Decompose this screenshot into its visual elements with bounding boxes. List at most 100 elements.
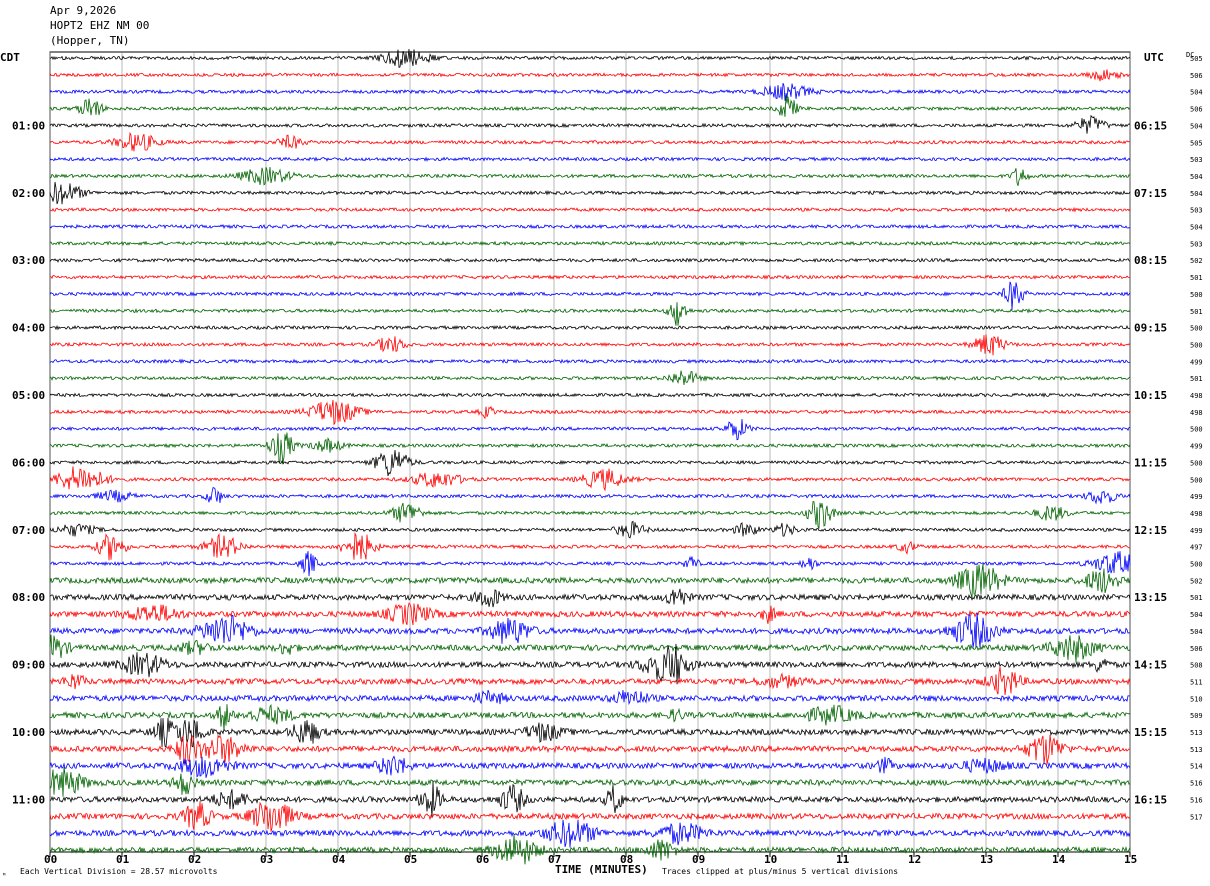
left-hour-label: 04:00	[12, 322, 45, 335]
dc-offset-label: 504	[1190, 224, 1203, 232]
seismic-trace	[49, 531, 1130, 561]
dc-offset-label: 504	[1190, 611, 1203, 619]
dc-offset-label: 503	[1190, 156, 1203, 164]
seismic-trace	[49, 755, 1131, 778]
dc-offset-label: 511	[1190, 678, 1203, 686]
dc-offset-label: 506	[1190, 106, 1203, 114]
left-hour-label: 09:00	[12, 659, 45, 672]
x-tick-label: 07	[548, 853, 561, 866]
x-tick-label: 15	[1124, 853, 1137, 866]
dc-offset-label: 505	[1190, 139, 1203, 147]
left-hour-label: 07:00	[12, 524, 45, 537]
dc-offset-label: 498	[1190, 409, 1203, 417]
x-tick-label: 05	[404, 853, 417, 866]
seismic-trace	[49, 563, 1131, 598]
seismic-trace	[49, 819, 1131, 848]
seismic-trace	[49, 392, 1131, 398]
seismic-trace	[49, 666, 1131, 696]
right-hour-label: 13:15	[1134, 591, 1167, 604]
seismic-trace	[49, 114, 1131, 134]
dc-offset-label: 499	[1190, 358, 1203, 366]
seismic-trace	[49, 634, 1131, 663]
dc-offset-label: 500	[1190, 325, 1203, 333]
seismic-trace	[49, 370, 1131, 385]
vertical-division-note: Each Vertical Division = 28.57 microvolt…	[20, 867, 218, 876]
left-timezone-label: CDT	[0, 51, 20, 64]
seismic-trace	[49, 131, 1131, 152]
x-tick-label: 00	[44, 853, 57, 866]
right-hour-label: 16:15	[1134, 793, 1167, 806]
dc-offset-label: 504	[1190, 173, 1203, 181]
right-hour-label: 12:15	[1134, 524, 1167, 537]
dc-offset-label: 498	[1190, 510, 1203, 518]
left-hour-label: 05:00	[12, 389, 45, 402]
x-tick-label: 13	[980, 853, 993, 866]
left-hour-label: 11:00	[12, 793, 45, 806]
x-tick-label: 12	[908, 853, 921, 866]
right-hour-label: 15:15	[1134, 726, 1167, 739]
dc-offset-label: 499	[1190, 493, 1203, 501]
dc-offset-label: 504	[1190, 628, 1203, 636]
seismic-trace	[49, 734, 1131, 765]
right-hour-label: 14:15	[1134, 659, 1167, 672]
seismic-trace	[49, 281, 1131, 311]
x-tick-label: 14	[1052, 853, 1066, 866]
helicorder-chart: Apr 9,2026 HOPT2 EHZ NM 00 (Hopper, TN) …	[0, 0, 1210, 886]
x-tick-label: 03	[260, 853, 273, 866]
dc-offset-label: 501	[1190, 375, 1203, 383]
right-timezone-label: UTC	[1144, 51, 1164, 64]
seismic-trace	[49, 302, 1131, 326]
left-hour-label: 01:00	[12, 119, 45, 132]
dc-offset-label: 505	[1190, 55, 1203, 63]
seismic-trace	[49, 833, 1131, 865]
dc-offset-label: 504	[1190, 89, 1203, 97]
x-axis-title: TIME (MINUTES)	[555, 863, 648, 876]
plot-frame	[49, 51, 1131, 853]
dc-offset-label: 506	[1190, 645, 1203, 653]
seismic-trace	[49, 703, 1131, 731]
right-hour-label: 08:15	[1134, 254, 1167, 267]
dc-offset-label: 513	[1190, 746, 1203, 754]
seismic-trace	[49, 82, 1131, 101]
dc-offset-label: 498	[1190, 392, 1203, 400]
right-hour-label: 09:15	[1134, 322, 1167, 335]
seismic-trace	[49, 487, 1131, 505]
dc-offset-label: 513	[1190, 729, 1203, 737]
left-hour-label: 02:00	[12, 187, 45, 200]
dc-offset-label: 502	[1190, 577, 1203, 585]
dc-offset-label: 497	[1190, 544, 1203, 552]
seismic-trace	[49, 223, 1131, 230]
seismic-trace	[49, 324, 1131, 331]
seismic-trace	[49, 466, 1131, 492]
clip-note: Traces clipped at plus/minus 5 vertical …	[662, 867, 898, 876]
dc-offset-label: 506	[1190, 72, 1203, 80]
seismic-trace	[49, 334, 1131, 356]
dc-offset-label: 509	[1190, 712, 1203, 720]
seismic-trace	[49, 166, 1131, 186]
x-tick-label: 02	[188, 853, 201, 866]
x-tick-label: 08	[620, 853, 633, 866]
seismic-trace	[49, 612, 1131, 649]
seismic-trace	[49, 94, 1131, 117]
seismic-trace	[49, 449, 1131, 477]
right-hour-label: 06:15	[1134, 119, 1167, 132]
x-tick-label: 09	[692, 853, 705, 866]
seismic-trace	[49, 432, 1131, 464]
seismic-trace	[49, 689, 1131, 706]
dc-offset-label: 517	[1190, 813, 1203, 821]
dc-offset-label: 510	[1190, 695, 1203, 703]
dc-offset-label: 501	[1190, 594, 1203, 602]
dc-offset-label: 500	[1190, 459, 1203, 467]
dc-offset-label: 503	[1190, 207, 1203, 215]
seismic-trace	[49, 240, 1131, 247]
corner-mark: ᴹ	[2, 872, 6, 880]
seismic-trace	[49, 274, 1131, 280]
seismogram-plot: CDT UTC DC TIME (MINUTES) Each Vertical …	[0, 49, 1203, 880]
seismic-trace	[49, 257, 1131, 263]
dc-offset-label: 516	[1190, 780, 1203, 788]
left-hour-label: 06:00	[12, 456, 45, 469]
seismic-trace	[49, 206, 1131, 213]
x-tick-label: 11	[836, 853, 850, 866]
left-hour-label: 10:00	[12, 726, 45, 739]
right-hour-label: 07:15	[1134, 187, 1167, 200]
